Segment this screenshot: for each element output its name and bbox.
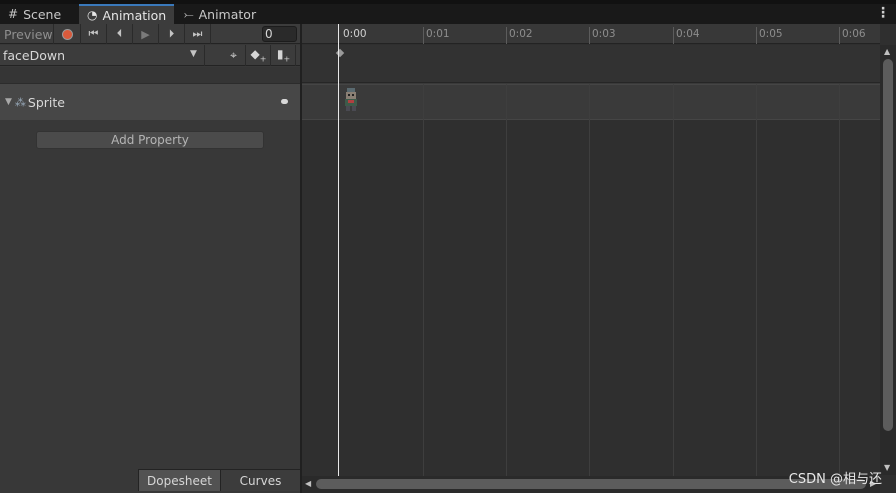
time-label: 0:04	[676, 28, 700, 40]
ruler-tick	[506, 27, 507, 44]
animator-graph-icon: ⤚	[184, 6, 194, 21]
header-spacer	[0, 67, 300, 84]
tab-animation[interactable]: ◔ Animation	[79, 4, 174, 24]
chevron-down-icon[interactable]: ▼	[190, 49, 197, 59]
tab-animation-label: Animation	[102, 7, 167, 23]
horizontal-scroll-thumb[interactable]	[316, 479, 866, 489]
playback-toolbar: Preview ⏮ ⏴ ▶ ⏵ ⏭ 0	[0, 24, 300, 44]
step-back-icon: ⏴	[116, 27, 123, 40]
scroll-left-icon[interactable]: ◀	[305, 479, 311, 488]
grid-line	[423, 84, 424, 476]
ruler-tick	[839, 27, 840, 44]
grid-line	[673, 84, 674, 476]
property-panel: Preview ⏮ ⏴ ▶ ⏵ ⏭ 0 faceDown ▼ ⌖ ◆+ ▮+ ▼…	[0, 24, 300, 493]
record-icon	[62, 28, 73, 40]
tab-animator[interactable]: ⤚ Animator	[176, 4, 264, 24]
next-keyframe-button[interactable]: ⏵	[159, 24, 185, 44]
more-options-icon[interactable]: ⋮	[876, 5, 890, 21]
grid-line	[756, 84, 757, 476]
grid-line	[589, 84, 590, 476]
first-keyframe-button[interactable]: ⏮	[81, 24, 107, 44]
crosshair-icon: ⌖	[230, 48, 237, 62]
sprite-track-row[interactable]	[302, 84, 880, 120]
tab-dopesheet[interactable]: Dopesheet	[138, 469, 220, 491]
clip-toolbar: faceDown ▼ ⌖ ◆+ ▮+	[0, 45, 300, 66]
tab-scene[interactable]: # Scene	[0, 4, 69, 24]
skip-end-icon: ⏭	[192, 27, 203, 40]
tab-scene-label: Scene	[23, 6, 62, 22]
preview-button[interactable]: Preview	[0, 24, 54, 44]
scroll-up-icon[interactable]: ▲	[884, 47, 890, 56]
add-property-button[interactable]: Add Property	[36, 131, 264, 149]
sprite-renderer-icon: ⁂	[14, 95, 26, 109]
add-keyframe-icon: ◆+	[250, 47, 267, 64]
ruler-tick	[589, 27, 590, 44]
watermark-text: CSDN @相与还	[788, 472, 882, 487]
filter-by-selection-button[interactable]: ⌖	[222, 45, 246, 66]
summary-keyframe-row[interactable]	[302, 45, 896, 84]
last-keyframe-button[interactable]: ⏭	[185, 24, 211, 44]
grid-icon: #	[8, 7, 19, 21]
frame-number-field[interactable]: 0	[262, 26, 297, 42]
step-forward-icon: ⏵	[168, 27, 175, 40]
clock-icon: ◔	[87, 8, 98, 22]
property-row-sprite[interactable]: ▼ ⁂ Sprite	[0, 84, 300, 120]
clip-dropdown[interactable]: faceDown	[0, 45, 205, 66]
time-ruler[interactable]: 0:00 0:01 0:02 0:03 0:04 0:05 0:06	[302, 24, 880, 44]
keyframe-dot-icon[interactable]	[281, 99, 288, 104]
grid-line	[506, 84, 507, 476]
time-label: 0:06	[842, 28, 866, 40]
play-button[interactable]: ▶	[133, 24, 159, 44]
dopesheet-timeline[interactable]: 0:00 0:01 0:02 0:03 0:04 0:05 0:06 ▲ ▼ ◀…	[302, 24, 896, 493]
grid-line	[839, 84, 840, 476]
sprite-keyframe-thumbnail[interactable]	[342, 86, 360, 114]
clip-name: faceDown	[3, 48, 66, 63]
ruler-tick	[756, 27, 757, 44]
record-button[interactable]	[55, 24, 81, 44]
play-icon: ▶	[141, 27, 150, 41]
time-label: 0:00	[343, 28, 367, 40]
vertical-scrollbar[interactable]: ▲ ▼	[880, 45, 896, 475]
ruler-tick	[673, 27, 674, 44]
previous-keyframe-button[interactable]: ⏴	[107, 24, 133, 44]
time-label: 0:05	[759, 28, 783, 40]
scroll-down-icon[interactable]: ▼	[884, 463, 890, 472]
tab-curves[interactable]: Curves	[220, 469, 300, 491]
playhead-line[interactable]	[338, 24, 339, 476]
foldout-arrow-icon[interactable]: ▼	[5, 97, 12, 107]
ruler-tick	[423, 27, 424, 44]
time-label: 0:03	[592, 28, 616, 40]
vertical-scroll-thumb[interactable]	[883, 59, 893, 431]
add-keyframe-button[interactable]: ◆+	[247, 45, 271, 66]
skip-start-icon: ⏮	[88, 27, 99, 40]
time-label: 0:02	[509, 28, 533, 40]
time-label: 0:01	[426, 28, 450, 40]
tab-animator-label: Animator	[198, 6, 257, 22]
add-event-button[interactable]: ▮+	[272, 45, 296, 66]
add-event-icon: ▮+	[276, 47, 291, 64]
property-label: Sprite	[27, 94, 65, 110]
